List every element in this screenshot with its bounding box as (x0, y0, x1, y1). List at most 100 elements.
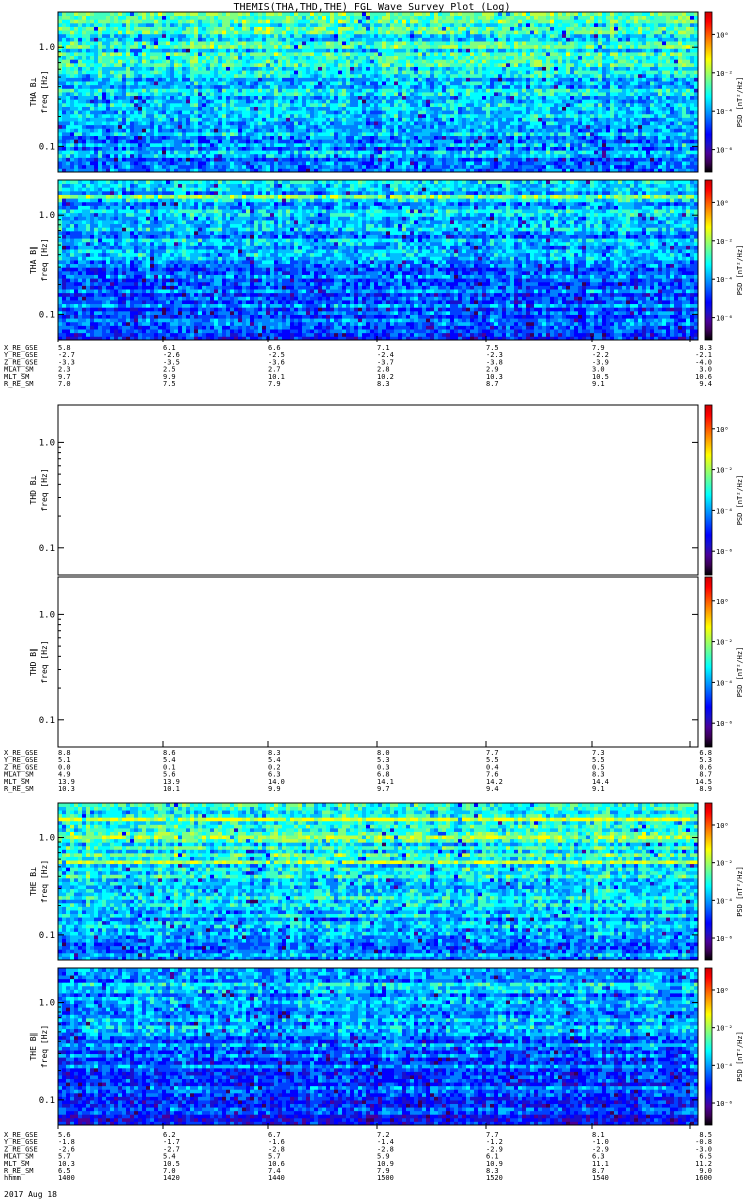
spectrogram-cell (166, 136, 170, 140)
spectrogram-cell (546, 128, 550, 132)
spectrogram-cell (506, 139, 510, 143)
spectrogram-cell (422, 150, 426, 154)
spectrogram-cell (554, 136, 558, 140)
spectrogram-cell (482, 128, 486, 132)
spectrogram-cell (346, 128, 350, 132)
spectrogram-cell (470, 147, 474, 151)
spectrogram-cell (70, 132, 74, 136)
spectrogram-cell (122, 165, 126, 169)
spectrogram-cell (370, 154, 374, 158)
spectrogram-cell (446, 154, 450, 158)
spectrogram-cell (102, 147, 106, 151)
spectrogram-cell (382, 161, 386, 165)
spectrogram-cell (86, 154, 90, 158)
spectrogram-cell (230, 154, 234, 158)
spectrogram-cell (470, 154, 474, 158)
spectrogram-cell (562, 136, 566, 140)
spectrogram-cell (138, 128, 142, 132)
spectrogram-cell (194, 150, 198, 154)
spectrogram-cell (362, 132, 366, 136)
spectrogram-cell (290, 161, 294, 165)
spectrogram-cell (202, 150, 206, 154)
spectrogram-cell (250, 157, 254, 161)
spectrogram-cell (626, 139, 630, 143)
spectrogram-cell (634, 143, 638, 147)
spectrogram-cell (294, 128, 298, 132)
spectrogram-cell (614, 154, 618, 158)
spectrogram-cell (66, 161, 70, 165)
spectrogram-cell (614, 128, 618, 132)
spectrogram-cell (150, 157, 154, 161)
spectrogram-cell (210, 157, 214, 161)
spectrogram-cell (506, 147, 510, 151)
spectrogram-cell (690, 161, 694, 165)
spectrogram-cell (170, 139, 174, 143)
spectrogram-cell (62, 165, 66, 169)
spectrogram-cell (270, 132, 274, 136)
spectrogram-cell (206, 132, 210, 136)
spectrogram-cell (354, 128, 358, 132)
spectrogram-cell (614, 157, 618, 161)
spectrogram-cell (118, 147, 122, 151)
spectrogram-cell (402, 136, 406, 140)
spectrogram-cell (518, 139, 522, 143)
spectrogram-cell (70, 147, 74, 151)
spectrogram-cell (154, 132, 158, 136)
spectrogram-cell (242, 139, 246, 143)
spectrogram-cell (534, 161, 538, 165)
spectrogram-cell (158, 161, 162, 165)
spectrogram-cell (394, 128, 398, 132)
spectrogram-cell (398, 132, 402, 136)
spectrogram-cell (186, 136, 190, 140)
spectrogram-cell (618, 132, 622, 136)
spectrogram-cell (282, 157, 286, 161)
spectrogram-cell (486, 139, 490, 143)
spectrogram-cell (194, 154, 198, 158)
spectrogram-cell (146, 128, 150, 132)
spectrogram-cell (614, 139, 618, 143)
spectrogram-cell (678, 154, 682, 158)
spectrogram-cell (650, 143, 654, 147)
spectrogram-cell (678, 136, 682, 140)
spectrogram-cell (358, 139, 362, 143)
spectrogram-cell (86, 128, 90, 132)
spectrogram-cell (414, 136, 418, 140)
spectrogram-cell (318, 132, 322, 136)
spectrogram-cell (354, 157, 358, 161)
spectrogram-cell (406, 136, 410, 140)
spectrogram-cell (66, 157, 70, 161)
spectrogram-cell (554, 161, 558, 165)
spectrogram-cell (530, 161, 534, 165)
spectrogram-cell (574, 165, 578, 169)
spectrogram-cell (98, 125, 102, 129)
spectrogram-cell (182, 139, 186, 143)
spectrogram-cell (286, 165, 290, 169)
spectrogram-cell (626, 154, 630, 158)
spectrogram-cell (642, 165, 646, 169)
spectrogram-cell (374, 132, 378, 136)
spectrogram-cell (290, 132, 294, 136)
spectrogram-cell (550, 132, 554, 136)
spectrogram-cell (122, 154, 126, 158)
spectrogram-cell (498, 128, 502, 132)
spectrogram-cell (366, 154, 370, 158)
spectrogram-cell (262, 132, 266, 136)
spectrogram-cell (70, 143, 74, 147)
spectrogram-cell (662, 128, 666, 132)
spectrogram-cell (510, 150, 514, 154)
spectrogram-cell (670, 143, 674, 147)
spectrogram-cell (230, 136, 234, 140)
spectrogram-cell (418, 150, 422, 154)
spectrogram-cell (282, 147, 286, 151)
spectrogram-cell (154, 157, 158, 161)
spectrogram-cell (526, 128, 530, 132)
spectrogram-cell (626, 147, 630, 151)
spectrogram-cell (386, 132, 390, 136)
spectrogram-cell (590, 147, 594, 151)
spectrogram-cell (542, 150, 546, 154)
spectrogram-cell (426, 157, 430, 161)
spectrogram-cell (386, 139, 390, 143)
spectrogram-cell (94, 143, 98, 147)
spectrogram-cell (246, 157, 250, 161)
spectrogram-cell (274, 157, 278, 161)
